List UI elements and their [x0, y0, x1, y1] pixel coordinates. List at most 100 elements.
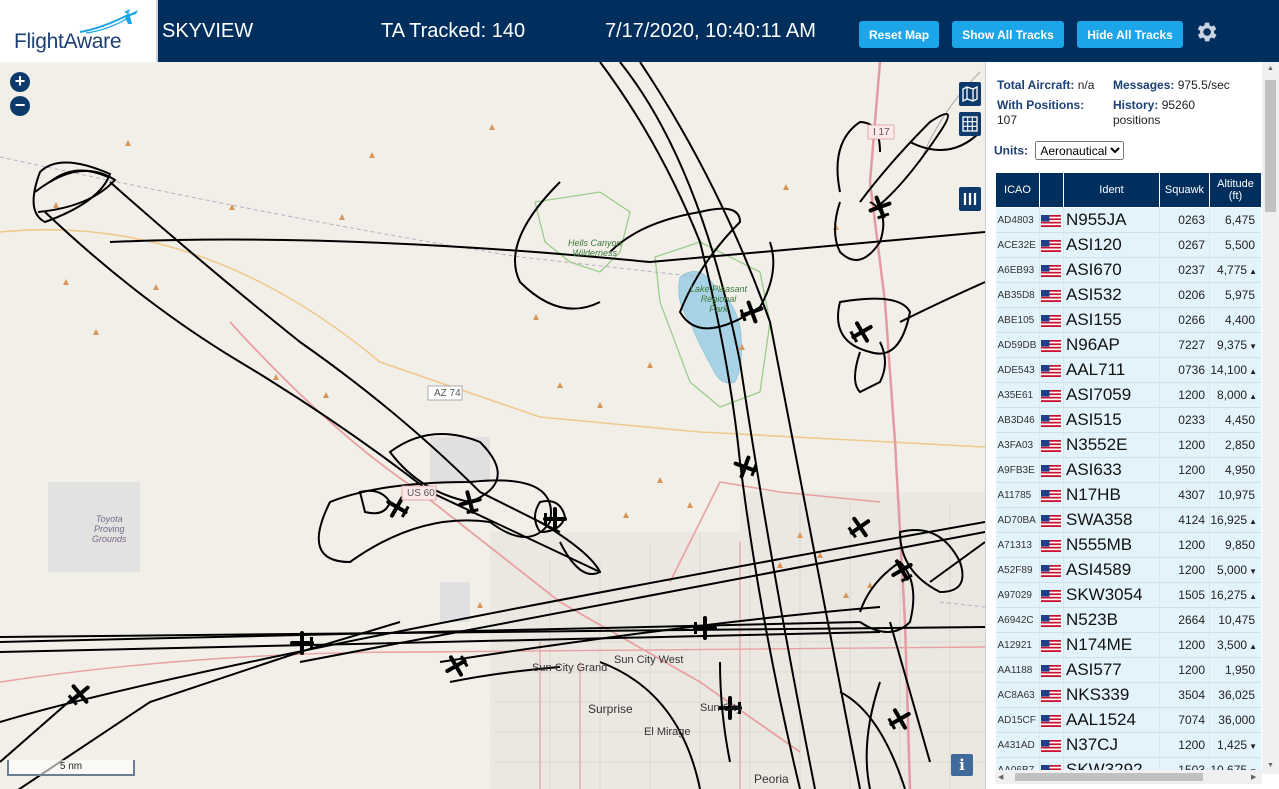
table-row[interactable]: A71313 N555MB 1200 9,850	[995, 532, 1261, 558]
altitude-cell: 1,425 ▼	[1209, 732, 1261, 758]
squawk-cell: 0266	[1159, 307, 1210, 333]
table-row[interactable]: A6942C N523B 2664 10,475	[995, 607, 1261, 633]
icao-cell: A35E61	[995, 382, 1040, 408]
icao-cell: A431AD	[995, 732, 1040, 758]
altitude-cell: 9,375 ▼	[1209, 332, 1261, 358]
ident-cell: ASI515	[1063, 407, 1160, 433]
show-all-tracks-button[interactable]: Show All Tracks	[952, 21, 1064, 48]
tracked-count: TA Tracked: 140	[381, 20, 526, 42]
table-row[interactable]: AA1188 ASI577 1200 1,950	[995, 657, 1261, 683]
table-row[interactable]: AD59DB N96AP 7227 9,375 ▼	[995, 332, 1261, 358]
altitude-trend-icon: ▲	[1249, 592, 1257, 601]
vertical-scroll-thumb[interactable]	[1265, 80, 1276, 212]
icao-cell: A6EB93	[995, 257, 1040, 283]
table-row[interactable]: A11785 N17HB 4307 10,975	[995, 482, 1261, 508]
us-flag-icon	[1041, 614, 1061, 627]
altitude-cell: 16,275 ▲	[1209, 582, 1261, 608]
column-header[interactable]: ICAO	[995, 172, 1040, 208]
flag-cell	[1039, 707, 1064, 733]
icao-cell: ACE32E	[995, 232, 1040, 258]
table-row[interactable]: AB35D8 ASI532 0206 5,975	[995, 282, 1261, 308]
horizontal-scrollbar[interactable]: ◀ ▶	[995, 770, 1262, 784]
column-header[interactable]: Altitude (ft)	[1209, 172, 1261, 208]
icao-cell: AA1188	[995, 657, 1040, 683]
table-row[interactable]: A431AD N37CJ 1200 1,425 ▼	[995, 732, 1261, 758]
units-dropdown[interactable]: Aeronautical	[1035, 141, 1125, 160]
map-canvas[interactable]	[0, 62, 985, 789]
hells-canyon-park	[534, 191, 631, 273]
altitude-value: 10,475	[1218, 613, 1255, 627]
us-flag-icon	[1041, 664, 1061, 677]
icao-cell: AD15CF	[995, 707, 1040, 733]
altitude-value: 4,775	[1217, 263, 1248, 277]
table-row[interactable]: A3FA03 N3552E 1200 2,850	[995, 432, 1261, 458]
altitude-cell: 4,775 ▲	[1209, 257, 1261, 283]
table-row[interactable]: AA06B7 SKW3292150310,675▼	[995, 757, 1261, 770]
altitude-cell: 1,950	[1209, 657, 1261, 683]
icao-cell: AB35D8	[995, 282, 1040, 308]
hide-all-tracks-button[interactable]: Hide All Tracks	[1077, 21, 1183, 48]
zoom-in-button[interactable]: +	[10, 72, 30, 92]
squawk-cell: 7074	[1159, 707, 1210, 733]
squawk-cell: 1200	[1159, 532, 1210, 558]
grid-toggle-icon[interactable]	[959, 112, 981, 136]
us-flag-icon	[1041, 589, 1061, 602]
columns-toggle-icon[interactable]	[959, 187, 981, 211]
table-row[interactable]: A97029 SKW3054 1505 16,275 ▲	[995, 582, 1261, 608]
flag-cell	[1039, 207, 1064, 233]
units-row: Units: Aeronautical	[994, 141, 1125, 160]
us-flag-icon	[1041, 639, 1061, 652]
table-row[interactable]: AD70BA SWA358 4124 16,925 ▲	[995, 507, 1261, 533]
squawk-cell: 4307	[1159, 482, 1210, 508]
table-row[interactable]: AD4803 N955JA 0263 6,475	[995, 207, 1261, 233]
table-row[interactable]: AD15CF AAL1524 7074 36,000	[995, 707, 1261, 733]
table-row[interactable]: ACE32E ASI120 0267 5,500	[995, 232, 1261, 258]
table-row[interactable]: A12921 N174ME 1200 3,500 ▲	[995, 632, 1261, 658]
table-row[interactable]: A52F89 ASI4589 1200 5,000 ▼	[995, 557, 1261, 583]
icao-cell: ADE543	[995, 357, 1040, 383]
zoom-out-button[interactable]: −	[10, 96, 30, 116]
ident-cell: SWA358	[1063, 507, 1160, 533]
ident-cell: N523B	[1063, 607, 1160, 633]
table-row[interactable]: AB3D46 ASI515 0233 4,450	[995, 407, 1261, 433]
info-icon[interactable]: i	[951, 754, 973, 776]
table-row[interactable]: AC8A63 NKS339 3504 36,025	[995, 682, 1261, 708]
altitude-cell: 36,025	[1209, 682, 1261, 708]
icao-cell: AD70BA	[995, 507, 1040, 533]
squawk-cell: 0736	[1159, 357, 1210, 383]
ident-cell: N3552E	[1063, 432, 1160, 458]
table-row[interactable]: ADE543 AAL711 0736 14,100 ▲	[995, 357, 1261, 383]
map-scale-bar: 5 nm	[7, 760, 135, 776]
altitude-value: 10,675	[1210, 763, 1248, 770]
map-view[interactable]: AZ 74 US 60 I 17 Hells Canyon Wilderness…	[0, 62, 985, 789]
ident-cell: ASI120	[1063, 232, 1160, 258]
altitude-cell: 36,000	[1209, 707, 1261, 733]
altitude-cell: 10,475	[1209, 607, 1261, 633]
vertical-scrollbar[interactable]: ▲ ▼	[1262, 62, 1279, 774]
us-flag-icon	[1041, 389, 1061, 402]
ident-cell: N955JA	[1063, 207, 1160, 233]
column-header[interactable]: Ident	[1063, 172, 1160, 208]
icao-cell: A9FB3E	[995, 457, 1040, 483]
us-flag-icon	[1041, 514, 1061, 527]
table-row[interactable]: A9FB3E ASI633 1200 4,950	[995, 457, 1261, 483]
altitude-cell: 3,500 ▲	[1209, 632, 1261, 658]
flightaware-logo[interactable]: FlightAware	[0, 0, 158, 62]
altitude-cell: 4,950	[1209, 457, 1261, 483]
flag-cell	[1039, 257, 1064, 283]
horizontal-scroll-thumb[interactable]	[1015, 773, 1203, 781]
table-row[interactable]: A35E61 ASI7059 1200 8,000 ▲	[995, 382, 1261, 408]
icao-cell: A97029	[995, 582, 1040, 608]
us-flag-icon	[1041, 214, 1061, 227]
gear-icon[interactable]	[1193, 19, 1219, 45]
ident-cell: AAL711	[1063, 357, 1160, 383]
reset-map-button[interactable]: Reset Map	[859, 21, 939, 48]
column-header[interactable]	[1039, 172, 1064, 208]
column-header[interactable]: Squawk	[1159, 172, 1210, 208]
altitude-value: 16,275	[1210, 588, 1248, 602]
map-layers-icon[interactable]	[959, 82, 981, 106]
table-row[interactable]: A6EB93 ASI670 0237 4,775 ▲	[995, 257, 1261, 283]
flag-cell	[1039, 757, 1064, 770]
aircraft-table-wrapper[interactable]: ICAO Ident Squawk Altitude (ft) AD4803 N955J…	[995, 172, 1261, 770]
table-row[interactable]: ABE105 ASI155 0266 4,400	[995, 307, 1261, 333]
